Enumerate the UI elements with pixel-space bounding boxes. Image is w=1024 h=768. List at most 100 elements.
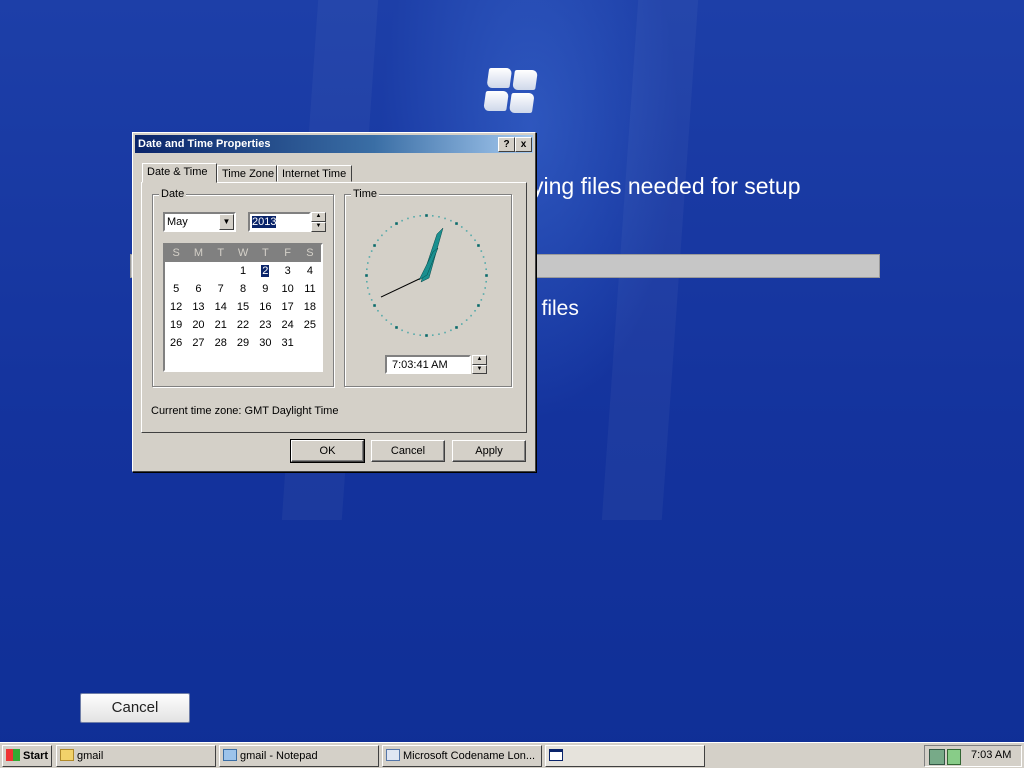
year-spinner[interactable]: ▲ ▼	[311, 212, 326, 232]
taskbar-item-window[interactable]	[545, 745, 705, 767]
clock-tick	[482, 256, 485, 258]
calendar-day[interactable]: 7	[210, 280, 232, 298]
clock-tick	[465, 319, 468, 321]
dialog-title: Date and Time Properties	[138, 138, 271, 150]
clock-tick	[460, 226, 463, 228]
calendar-day[interactable]: 25	[299, 316, 321, 334]
clock-tick	[390, 323, 393, 325]
calendar-day[interactable]: 13	[187, 298, 209, 316]
clock-tick	[373, 244, 376, 247]
network-icon[interactable]	[929, 749, 945, 765]
tab-internet-time[interactable]: Internet Time	[277, 165, 352, 182]
calendar-days: 1 2 3 4 5 6 7 8 9 10 11 12 13 14 15 16 17 18 19 20 21 22 23 24 2…	[165, 262, 321, 352]
time-spinner[interactable]: ▲ ▼	[472, 355, 487, 374]
calendar-day[interactable]: 18	[299, 298, 321, 316]
month-dropdown[interactable]: May ▼	[163, 212, 236, 232]
calendar-day[interactable]: 12	[165, 298, 187, 316]
setup-heading: ying files needed for setup	[532, 173, 801, 199]
chevron-down-icon[interactable]: ▼	[219, 214, 234, 230]
calendar-day[interactable]: 28	[210, 334, 232, 352]
clock-tick	[444, 331, 446, 334]
clock-tick	[465, 230, 468, 232]
clock-tick	[365, 274, 368, 277]
apply-button[interactable]: Apply	[452, 440, 526, 462]
calendar-day[interactable]: 22	[232, 316, 254, 334]
close-button[interactable]: x	[515, 137, 532, 152]
spin-down-icon[interactable]: ▼	[472, 364, 487, 374]
calendar-day[interactable]: 20	[187, 316, 209, 334]
calendar-day[interactable]: 23	[254, 316, 276, 334]
weekday-label: S	[172, 247, 180, 259]
calendar-day[interactable]: 6	[187, 280, 209, 298]
clock-tick	[480, 299, 483, 301]
calendar-day[interactable]: 2	[254, 262, 276, 280]
clock-tick	[370, 299, 373, 301]
clock-tick	[450, 329, 452, 332]
calendar-day[interactable]: 15	[232, 298, 254, 316]
clock-tick	[431, 334, 434, 336]
help-button[interactable]: ?	[498, 137, 515, 152]
calendar[interactable]: S M T W T F S 1 2 3 4 5 6 7 8 9 10 11 12 13 14 15 16 17 1…	[163, 243, 323, 372]
ok-button[interactable]: OK	[290, 439, 365, 463]
taskbar-item-setup[interactable]: Microsoft Codename Lon...	[382, 745, 542, 767]
date-group-label: Date	[159, 188, 187, 200]
calendar-day[interactable]: 30	[254, 334, 276, 352]
taskbar-item-gmail[interactable]: gmail	[56, 745, 216, 767]
calendar-empty-cell	[165, 262, 187, 280]
clock-tick	[470, 314, 472, 317]
tray-clock[interactable]: 7:03 AM	[971, 749, 1011, 761]
clock-tick	[485, 274, 488, 277]
volume-icon[interactable]	[947, 749, 961, 765]
dialog-titlebar[interactable]: Date and Time Properties ? x	[135, 135, 533, 153]
tab-date-time[interactable]: Date & Time	[142, 163, 217, 183]
clock-tick	[367, 262, 369, 264]
setup-cancel-button[interactable]: Cancel	[80, 693, 190, 723]
calendar-day[interactable]: 10	[276, 280, 298, 298]
calendar-day[interactable]: 17	[276, 298, 298, 316]
calendar-day[interactable]: 14	[210, 298, 232, 316]
clock-tick	[482, 293, 485, 295]
clock-tick	[381, 234, 383, 237]
calendar-day[interactable]: 31	[276, 334, 298, 352]
calendar-day[interactable]: 21	[210, 316, 232, 334]
clock-tick	[381, 314, 383, 317]
calendar-day[interactable]: 27	[187, 334, 209, 352]
spin-up-icon[interactable]: ▲	[472, 355, 487, 365]
year-value: 2013	[252, 216, 277, 228]
calendar-day[interactable]: 9	[254, 280, 276, 298]
year-field[interactable]: 2013	[248, 212, 311, 232]
calendar-day[interactable]: 19	[165, 316, 187, 334]
taskbar-item-notepad[interactable]: gmail - Notepad	[219, 745, 379, 767]
time-field[interactable]: 7:03:41 AM	[385, 355, 471, 374]
calendar-day[interactable]: 29	[232, 334, 254, 352]
tab-time-zone[interactable]: Time Zone	[217, 165, 277, 182]
calendar-day[interactable]: 8	[232, 280, 254, 298]
clock-tick	[431, 215, 434, 217]
windows-flag-icon	[6, 749, 20, 761]
spin-down-icon[interactable]: ▼	[311, 222, 326, 232]
cancel-button[interactable]: Cancel	[371, 440, 445, 462]
start-button[interactable]: Start	[2, 745, 52, 767]
calendar-day[interactable]: 5	[165, 280, 187, 298]
calendar-day[interactable]: 26	[165, 334, 187, 352]
calendar-day[interactable]: 1	[232, 262, 254, 280]
start-label: Start	[23, 750, 49, 762]
calendar-day[interactable]: 24	[276, 316, 298, 334]
taskbar-item-label: gmail - Notepad	[240, 750, 318, 762]
clock-tick	[395, 222, 398, 225]
clock-tick	[366, 280, 368, 283]
clock-tick	[477, 244, 480, 247]
weekday-label: S	[306, 247, 314, 259]
calendar-day[interactable]: 11	[299, 280, 321, 298]
calendar-empty-cell	[299, 334, 321, 352]
clock-tick	[474, 309, 476, 312]
clock-tick	[385, 230, 388, 232]
weekday-label: T	[261, 247, 269, 259]
calendar-day[interactable]: 4	[299, 262, 321, 280]
calendar-day[interactable]: 3	[276, 262, 298, 280]
spin-up-icon[interactable]: ▲	[311, 212, 326, 222]
clock-tick	[419, 334, 422, 336]
calendar-day[interactable]: 16	[254, 298, 276, 316]
time-value: 7:03:41 AM	[392, 359, 448, 371]
clock-tick	[377, 239, 379, 242]
